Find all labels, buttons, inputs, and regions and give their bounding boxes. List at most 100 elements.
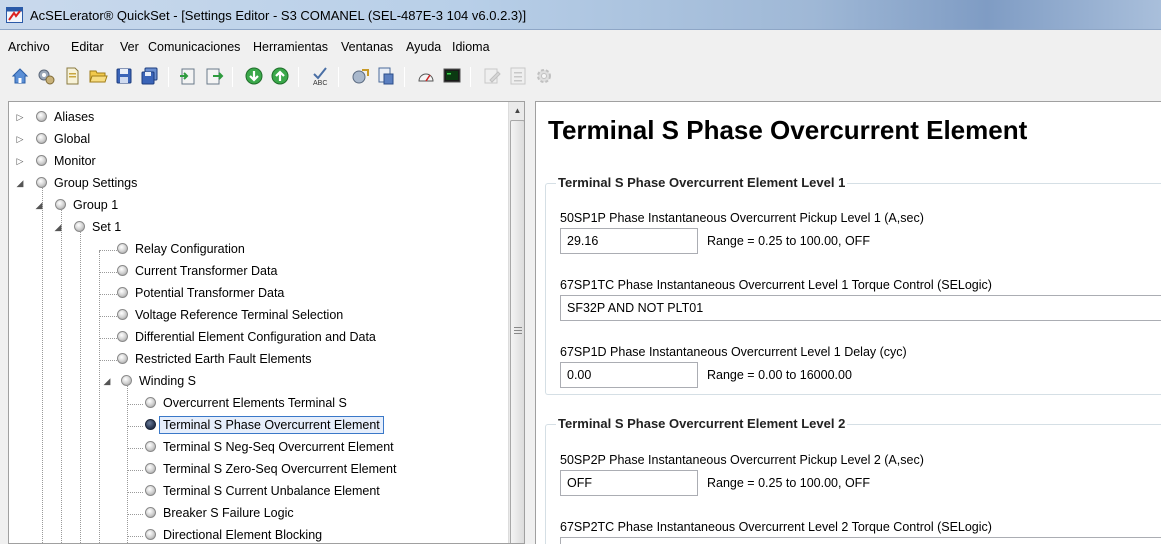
tree-item-label: Overcurrent Elements Terminal S: [163, 396, 347, 410]
tree-item-differential-element[interactable]: Differential Element Configuration and D…: [9, 327, 489, 349]
pickup-level1-input[interactable]: 29.16: [560, 228, 698, 254]
meter-icon[interactable]: [416, 66, 436, 86]
pickup-level2-input[interactable]: OFF: [560, 470, 698, 496]
tree-item-global[interactable]: ▷ Global: [9, 129, 489, 151]
collapse-arrow-icon[interactable]: ◢: [15, 178, 25, 188]
toolbar-separator: [404, 67, 405, 87]
node-bullet-icon: [145, 485, 156, 496]
node-bullet-icon: [117, 309, 128, 320]
title-bar[interactable]: AcSELerator® QuickSet - [Settings Editor…: [0, 0, 1161, 30]
tree-item-monitor[interactable]: ▷ Monitor: [9, 151, 489, 173]
tree-item-current-transformer-data[interactable]: Current Transformer Data: [9, 261, 489, 283]
menu-herramientas[interactable]: Herramientas: [253, 40, 328, 54]
tree-item-label-selected: Terminal S Phase Overcurrent Element: [159, 416, 384, 434]
collapse-arrow-icon[interactable]: ◢: [102, 376, 112, 386]
tree-item-label: Terminal S Current Unbalance Element: [163, 484, 380, 498]
tree-item-group-1[interactable]: ◢ Group 1: [9, 195, 489, 217]
node-bullet-icon: [36, 177, 47, 188]
node-bullet-icon: [117, 353, 128, 364]
tree-item-label: Aliases: [54, 110, 95, 124]
tree-item-relay-configuration[interactable]: Relay Configuration: [9, 239, 489, 261]
tree-item-overcurrent-elements-terminal-s[interactable]: Overcurrent Elements Terminal S: [9, 393, 489, 415]
toolbar-separator: [298, 67, 299, 87]
tree-item-label: Global: [54, 132, 91, 146]
node-bullet-icon: [36, 133, 47, 144]
tree-item-terminal-s-neg-seq[interactable]: Terminal S Neg-Seq Overcurrent Element: [9, 437, 489, 459]
tree-item-label: Voltage Reference Terminal Selection: [135, 308, 344, 322]
torque-level1-label: 67SP1TC Phase Instantaneous Overcurrent …: [560, 278, 992, 292]
pickup-level2-label: 50SP2P Phase Instantaneous Overcurrent P…: [560, 453, 924, 467]
node-bullet-icon: [74, 221, 85, 232]
tree-item-winding-s[interactable]: ◢ Winding S: [9, 371, 489, 393]
tree-item-label: Terminal S Zero-Seq Overcurrent Element: [163, 462, 397, 476]
save-all-icon[interactable]: [140, 66, 160, 86]
tree-item-restricted-earth-fault[interactable]: Restricted Earth Fault Elements: [9, 349, 489, 371]
tree-item-directional-element-blocking[interactable]: Directional Element Blocking: [9, 525, 489, 543]
tree-item-label: Group Settings: [54, 176, 138, 190]
level2-group-title: Terminal S Phase Overcurrent Element Lev…: [556, 416, 848, 431]
settings-gear-icon[interactable]: [36, 66, 56, 86]
tree-item-voltage-reference[interactable]: Voltage Reference Terminal Selection: [9, 305, 489, 327]
download-icon[interactable]: [244, 66, 264, 86]
menu-comunicaciones[interactable]: Comunicaciones: [148, 40, 240, 54]
pane-splitter[interactable]: [525, 101, 535, 544]
tree-item-label: Terminal S Neg-Seq Overcurrent Element: [163, 440, 394, 454]
list-disabled-icon[interactable]: [508, 66, 528, 86]
expand-arrow-icon[interactable]: ▷: [15, 156, 25, 166]
tree-item-set-1[interactable]: ◢ Set 1: [9, 217, 489, 239]
open-folder-icon[interactable]: [88, 66, 108, 86]
menu-ventanas[interactable]: Ventanas: [341, 40, 393, 54]
app-icon: [6, 7, 23, 23]
abc-check-icon[interactable]: ABC: [310, 66, 330, 86]
upload-icon[interactable]: [270, 66, 290, 86]
gear-disabled-icon[interactable]: [534, 66, 554, 86]
settings-tree: ▷ Aliases ▷ Global ▷ Monitor ◢ Group Set…: [8, 101, 525, 544]
export-icon[interactable]: [204, 66, 224, 86]
home-icon[interactable]: [10, 66, 30, 86]
tree-item-aliases[interactable]: ▷ Aliases: [9, 107, 489, 129]
scroll-thumb[interactable]: [510, 120, 524, 543]
collapse-arrow-icon[interactable]: ◢: [53, 222, 63, 232]
compare-icon[interactable]: [350, 66, 370, 86]
tree-item-terminal-s-phase-overcurrent[interactable]: Terminal S Phase Overcurrent Element: [9, 415, 489, 437]
menu-idioma[interactable]: Idioma: [452, 40, 490, 54]
tree-item-label: Differential Element Configuration and D…: [135, 330, 376, 344]
expand-arrow-icon[interactable]: ▷: [15, 112, 25, 122]
tree-item-potential-transformer-data[interactable]: Potential Transformer Data: [9, 283, 489, 305]
tree-item-breaker-s-failure[interactable]: Breaker S Failure Logic: [9, 503, 489, 525]
tree-item-terminal-s-current-unbalance[interactable]: Terminal S Current Unbalance Element: [9, 481, 489, 503]
settings-editor-pane: Terminal S Phase Overcurrent Element Ter…: [535, 101, 1161, 544]
scroll-up-arrow-icon[interactable]: ▲: [509, 102, 524, 119]
collapse-arrow-icon[interactable]: ◢: [34, 200, 44, 210]
new-document-icon[interactable]: [62, 66, 82, 86]
menu-editar[interactable]: Editar: [71, 40, 104, 54]
tree-item-label: Breaker S Failure Logic: [163, 506, 294, 520]
tree-item-terminal-s-zero-seq[interactable]: Terminal S Zero-Seq Overcurrent Element: [9, 459, 489, 481]
menu-ver[interactable]: Ver: [120, 40, 139, 54]
menu-archivo[interactable]: Archivo: [8, 40, 50, 54]
node-bullet-icon: [121, 375, 132, 386]
selected-node-bullet-icon: [145, 419, 156, 430]
node-bullet-icon: [117, 243, 128, 254]
page-title: Terminal S Phase Overcurrent Element: [548, 115, 1028, 145]
menu-bar: Archivo Editar Ver Comunicaciones Herram…: [0, 31, 1161, 63]
delay-level1-input[interactable]: 0.00: [560, 362, 698, 388]
node-bullet-icon: [36, 155, 47, 166]
import-icon[interactable]: [178, 66, 198, 86]
torque-level1-input[interactable]: SF32P AND NOT PLT01: [560, 295, 1161, 321]
node-bullet-icon: [117, 265, 128, 276]
terminal-icon[interactable]: [442, 66, 462, 86]
menu-ayuda[interactable]: Ayuda: [406, 40, 441, 54]
edit-disabled-icon[interactable]: [482, 66, 502, 86]
report-icon[interactable]: [376, 66, 396, 86]
tree-item-group-settings[interactable]: ◢ Group Settings: [9, 173, 489, 195]
save-icon[interactable]: [114, 66, 134, 86]
expand-arrow-icon[interactable]: ▷: [15, 134, 25, 144]
tree-item-label: Group 1: [73, 198, 119, 212]
toolbar-separator: [168, 67, 169, 87]
node-bullet-icon: [117, 287, 128, 298]
tree-scrollbar[interactable]: ▲: [508, 102, 524, 543]
tree-item-label: Monitor: [54, 154, 96, 168]
pickup-level1-range: Range = 0.25 to 100.00, OFF: [707, 234, 870, 248]
torque-level2-input[interactable]: [560, 537, 1161, 544]
